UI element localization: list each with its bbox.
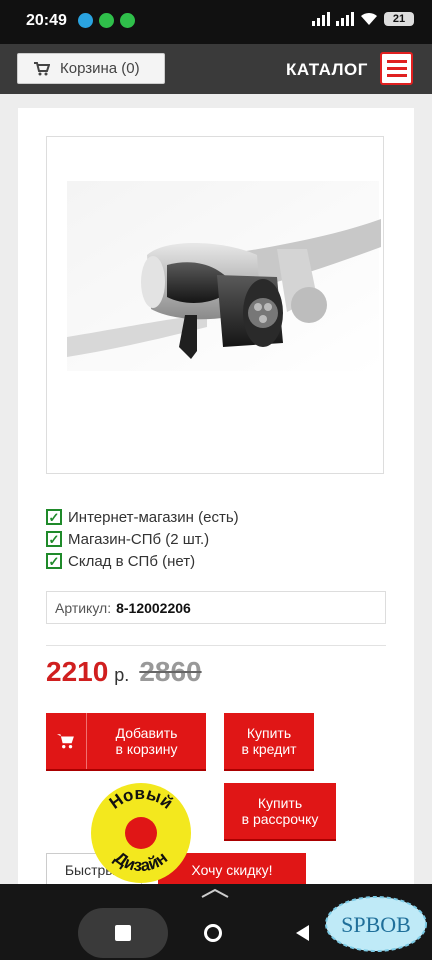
divider (46, 645, 386, 646)
cart-label: Корзина (0) (60, 60, 140, 77)
cart-icon (46, 713, 87, 769)
sku-value: 8-12002206 (116, 599, 191, 616)
buy-in-installments-button[interactable]: Купить в рассрочку (224, 783, 336, 839)
checkbox-checked-icon: ✓ (46, 553, 62, 569)
buy-in-installments-label: Купить в рассрочку (241, 795, 319, 827)
price-unit: р. (114, 665, 130, 685)
price-block: 2210 р. 2860 (46, 656, 202, 688)
status-bar: 20:49 21 (0, 0, 432, 44)
watermark-text: SPBOB (341, 912, 411, 937)
system-indicators: 21 (312, 12, 414, 26)
signal-icon (312, 12, 330, 26)
checkbox-checked-icon: ✓ (46, 531, 62, 547)
chevron-up-icon[interactable] (200, 888, 230, 898)
status-time: 20:49 (26, 12, 67, 29)
new-design-badge: Новый Дизайн (91, 783, 191, 883)
product-card: ✓ Интернет-магазин (есть) ✓ Магазин-СПб … (18, 108, 414, 898)
app-notification-icon (120, 13, 135, 28)
top-nav: Корзина (0) КАТАЛОГ (0, 44, 432, 94)
notification-icons (78, 13, 135, 28)
whatsapp-icon (99, 13, 114, 28)
signal-icon (336, 12, 354, 26)
product-image[interactable] (46, 136, 384, 474)
buy-on-credit-label: Купить в кредит (241, 725, 297, 757)
checkbox-checked-icon: ✓ (46, 509, 62, 525)
home-button[interactable] (204, 924, 222, 942)
availability-item: ✓ Интернет-магазин (есть) (46, 506, 239, 528)
cart-icon (34, 61, 50, 75)
telegram-icon (78, 13, 93, 28)
spbob-watermark: SPBOB (325, 896, 427, 952)
cart-button[interactable]: Корзина (0) (17, 53, 165, 84)
sku-label: Артикул: (55, 599, 112, 616)
availability-list: ✓ Интернет-магазин (есть) ✓ Магазин-СПб … (46, 506, 239, 572)
availability-item: ✓ Склад в СПб (нет) (46, 550, 239, 572)
hamburger-icon (386, 60, 407, 63)
price-current: 2210 (46, 656, 109, 687)
add-to-cart-label: Добавить в корзину (115, 725, 178, 757)
availability-item: ✓ Магазин-СПб (2 шт.) (46, 528, 239, 550)
buy-on-credit-button[interactable]: Купить в кредит (224, 713, 314, 769)
wifi-icon (361, 12, 377, 25)
sku-box: Артикул: 8-12002206 (46, 591, 386, 624)
bike-light-image (47, 137, 383, 473)
menu-button[interactable] (380, 52, 413, 85)
back-button[interactable] (296, 925, 309, 941)
catalog-link[interactable]: КАТАЛОГ (286, 60, 368, 80)
add-to-cart-button[interactable]: Добавить в корзину (46, 713, 206, 769)
battery-icon: 21 (384, 12, 414, 26)
price-old: 2860 (139, 656, 202, 687)
recents-button[interactable] (78, 908, 168, 958)
square-icon (115, 925, 131, 941)
